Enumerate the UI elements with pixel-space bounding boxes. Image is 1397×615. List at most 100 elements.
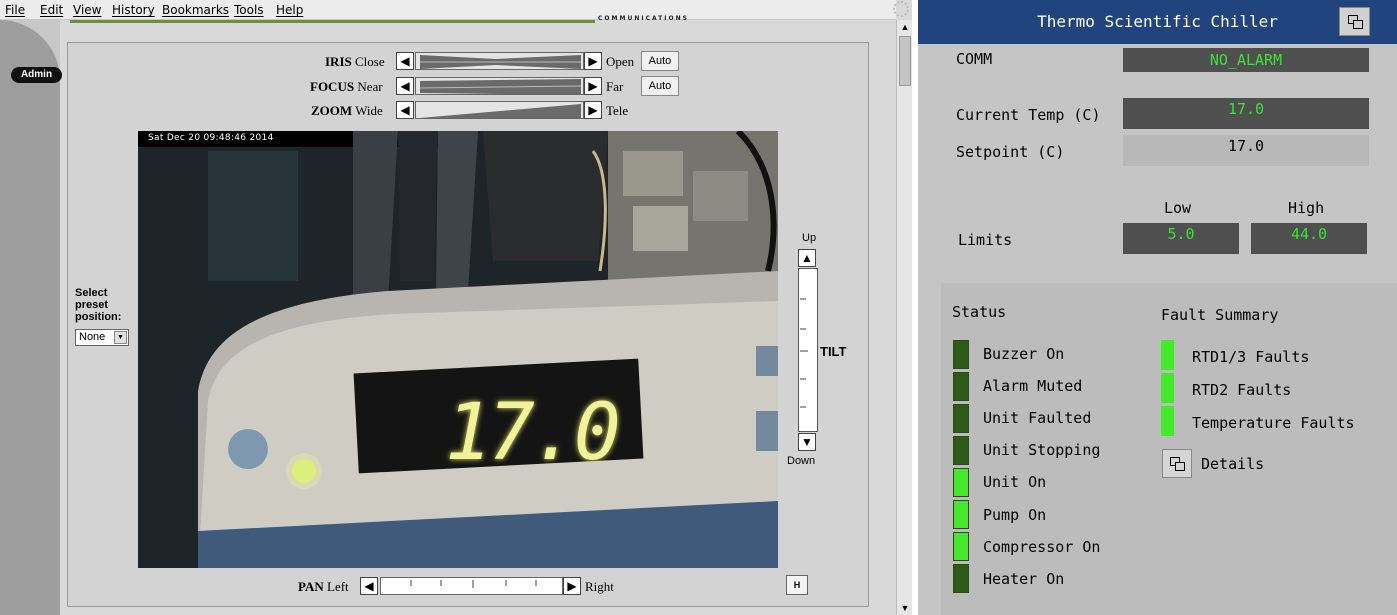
home-button[interactable]: H [786,575,808,595]
menu-file[interactable]: File [5,3,25,17]
zoom-slider[interactable] [415,101,584,119]
status-label-compressor-on: Compressor On [983,538,1101,556]
preset-position-select[interactable]: None ▼ [75,329,129,346]
focus-control: FOCUS Near ◀ ▶ Far Auto [0,76,896,97]
tilt-up-arrow-icon[interactable]: ▲ [798,249,816,267]
zoom-wide-label: Wide [355,103,383,118]
iris-close-arrow-icon[interactable]: ◀ [396,52,414,70]
tilt-down-arrow-icon[interactable]: ▼ [798,433,816,451]
pan-left-label: Left [327,579,349,594]
status-label-pump-on: Pump On [983,506,1047,524]
chiller-display-reading: 17.0 [445,388,621,478]
zoom-tele-arrow-icon[interactable]: ▶ [584,101,602,119]
vertical-scrollbar[interactable]: ▲ ▼ [896,20,912,615]
status-led-buzzer-on [953,340,969,369]
fault-led-rtd13 [1161,340,1174,370]
status-label-alarm-muted: Alarm Muted [983,377,1083,395]
limit-high-value: 44.0 [1251,223,1367,254]
focus-far-label: Far [606,79,624,94]
camera-timestamp: Sat Dec 20 09:48:46 2014 [148,133,274,143]
current-temp-label: Current Temp (C) [956,106,1101,124]
status-led-unit-faulted [953,404,969,433]
status-label-heater-on: Heater On [983,570,1065,588]
focus-label: FOCUS [310,79,355,94]
zoom-tele-label: Tele [606,103,629,118]
focus-near-arrow-icon[interactable]: ◀ [396,77,414,95]
zoom-label: ZOOM [311,103,353,118]
iris-auto-button[interactable]: Auto [641,51,679,71]
status-title: Status [952,303,1007,321]
pan-label: PAN [298,579,324,594]
scroll-down-arrow-icon[interactable]: ▼ [898,601,912,615]
pan-right-arrow-icon[interactable]: ▶ [563,577,581,595]
tilt-up-label: Up [802,232,817,244]
status-led-pump-on [953,500,969,529]
iris-open-label: Open [606,54,635,69]
chiller-panel: Thermo Scientific Chiller COMM NO_ALARM … [918,0,1397,615]
menu-view[interactable]: View [73,3,101,17]
fault-label-temperature: Temperature Faults [1192,414,1355,432]
menu-help[interactable]: Help [276,3,303,17]
menu-tools[interactable]: Tools [234,3,264,17]
pan-slider[interactable] [380,577,563,595]
tilt-down-label: Down [787,455,816,467]
pan-control: PAN Left ◀ ▶ Right [0,577,896,597]
comm-status-value: NO_ALARM [1123,48,1369,72]
menu-history[interactable]: History [112,3,155,17]
fault-label-rtd13: RTD1/3 Faults [1192,348,1310,366]
preset-position-label: Select preset position: [75,287,122,323]
status-label-unit-faulted: Unit Faulted [983,409,1092,427]
status-led-heater-on [953,564,969,593]
iris-close-label: Close [355,54,385,69]
limit-low-label: Low [1164,199,1192,217]
menu-bar: File Edit View History Bookmarks Tools H… [0,0,909,22]
focus-far-arrow-icon[interactable]: ▶ [584,77,602,95]
status-led-compressor-on [953,532,969,561]
zoom-control: ZOOM Wide ◀ ▶ Tele [0,101,896,121]
iris-label: IRIS [325,54,352,69]
current-temp-value: 17.0 [1123,98,1369,129]
status-led-unit-stopping [953,436,969,465]
menu-edit[interactable]: Edit [40,3,63,17]
chiller-title-bar: Thermo Scientific Chiller [918,0,1397,44]
status-label-buzzer-on: Buzzer On [983,345,1065,363]
pan-left-arrow-icon[interactable]: ◀ [360,577,378,595]
camera-feed: Sat Dec 20 09:48:46 2014 [138,131,778,568]
focus-near-label: Near [357,79,383,94]
chevron-down-icon[interactable]: ▼ [114,331,127,344]
limit-low-value: 5.0 [1123,223,1239,254]
fault-led-temperature [1161,406,1174,436]
scroll-up-arrow-icon[interactable]: ▲ [898,20,912,34]
setpoint-value[interactable]: 17.0 [1123,135,1369,166]
scroll-thumb[interactable] [899,36,911,86]
details-label[interactable]: Details [1201,455,1264,473]
zoom-wide-arrow-icon[interactable]: ◀ [396,101,414,119]
fault-led-rtd2 [1161,373,1174,403]
limit-high-label: High [1288,199,1325,217]
status-led-unit-on [953,468,969,497]
status-label-unit-stopping: Unit Stopping [983,441,1101,459]
pan-right-label: Right [585,579,614,594]
iris-open-arrow-icon[interactable]: ▶ [584,52,602,70]
details-button[interactable] [1162,449,1192,478]
focus-slider[interactable] [415,77,584,95]
preset-selected-value: None [79,331,106,343]
tilt-label: TILT [820,344,847,359]
loading-throbber-icon [893,1,909,17]
comm-label: COMM [956,50,993,68]
iris-control: IRIS Close ◀ ▶ Open Auto [0,51,896,72]
status-led-alarm-muted [953,372,969,401]
camera-feed-image [138,131,778,568]
fault-summary-title: Fault Summary [1161,306,1279,324]
related-display-icon[interactable] [1339,7,1370,36]
browser-window: File Edit View History Bookmarks Tools H… [0,0,912,615]
setpoint-label: Setpoint (C) [956,143,1065,161]
fault-label-rtd2: RTD2 Faults [1192,381,1292,399]
tilt-slider[interactable] [798,268,818,432]
menu-bookmarks[interactable]: Bookmarks [162,3,229,17]
status-label-unit-on: Unit On [983,473,1047,491]
limits-label: Limits [958,231,1013,249]
iris-slider[interactable] [415,52,584,70]
banner-rule [70,20,595,23]
focus-auto-button[interactable]: Auto [641,76,679,96]
